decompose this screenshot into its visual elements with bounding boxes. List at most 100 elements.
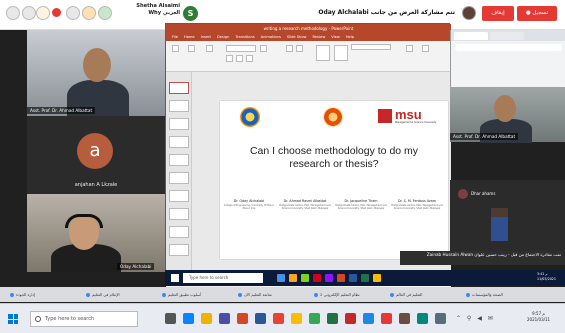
address-bar[interactable] [455,44,562,51]
slide-thumbnail[interactable] [169,136,189,148]
browser-tab[interactable]: نظام التعليم الإلكتروني 2 [312,290,384,300]
participant-avatar[interactable] [22,6,36,20]
browser-tab[interactable]: أسلوب تطبيق التعليم [160,290,232,300]
participant-avatar[interactable] [82,6,96,20]
shared-by-name: Shetha Alsaimi [136,3,180,9]
browser-tab[interactable]: إدارة الجودة [8,290,80,300]
browser-tab[interactable]: الصحة والمؤسسات [464,290,536,300]
search-input[interactable] [351,44,391,50]
edge-icon[interactable] [183,313,194,324]
slide-thumbnail[interactable] [169,190,189,202]
new-slide-icon[interactable] [188,45,195,52]
arrange-icon[interactable] [334,45,348,61]
file-explorer-icon[interactable] [201,313,212,324]
ribbon-tab[interactable]: Home [184,33,195,41]
excel-icon[interactable] [361,274,369,282]
task-view-icon[interactable] [165,313,176,324]
participant-avatar[interactable] [98,6,112,20]
app-icon[interactable] [363,313,374,324]
app-icon[interactable] [345,313,356,324]
bold-icon[interactable] [226,55,233,62]
replace-icon[interactable] [422,45,429,52]
browser-tab[interactable]: التعليم في العالم [388,290,460,300]
word-icon[interactable] [349,274,357,282]
start-button[interactable] [8,314,18,324]
layout-icon[interactable] [206,45,213,52]
paste-icon[interactable] [172,45,179,52]
app-icon[interactable] [325,274,333,282]
powerpoint-icon[interactable] [337,274,345,282]
slide-thumbnail[interactable] [169,154,189,166]
author-block: Dr. Ahmad Rasmi Albattat Postgraduate Ce… [278,199,332,210]
slide-thumbnail[interactable] [169,82,189,94]
ribbon-tab[interactable]: Insert [201,33,211,41]
chrome-icon[interactable] [291,313,302,324]
stop-sharing-button[interactable]: إيقاف [482,6,514,21]
video-tile-participant-3[interactable]: Oday Alchalabi [27,194,165,272]
video-tile-participant-1[interactable]: Asst. Prof. Dr. Ahmad Albattat [27,30,165,116]
numbering-icon[interactable] [296,45,303,52]
chrome-icon[interactable] [273,313,284,324]
underline-icon[interactable] [246,55,253,62]
app-icon[interactable] [301,274,309,282]
browser-tab[interactable] [490,32,524,40]
author-affiliation: Postgraduate Centre, PGC, Management and… [391,203,443,210]
current-slide[interactable]: msu Management & Science University Can … [220,101,448,259]
record-button[interactable]: ● تسجيل [517,6,557,21]
font-selector[interactable] [226,45,256,52]
shared-search-box[interactable]: Type here to search [183,273,263,283]
browser-tab[interactable]: متابعة التعليم الآن [236,290,308,300]
browser-tab[interactable] [454,32,488,40]
ribbon-tab[interactable]: View [331,33,340,41]
search-icon [35,316,41,322]
browser-tab[interactable]: الإعلام في التعليم [84,290,156,300]
slide-editor[interactable]: msu Management & Science University Can … [192,72,451,275]
italic-icon[interactable] [236,55,243,62]
slide-thumbnail[interactable] [169,118,189,130]
ribbon-tab[interactable]: Review [312,33,325,41]
clock-date: 2021/03/11 [527,317,551,322]
taskbar-search-input[interactable]: Type here to search [30,311,138,327]
ribbon-tab[interactable]: Help [346,33,354,41]
find-icon[interactable] [406,45,413,52]
bullets-icon[interactable] [286,45,293,52]
font-size-selector[interactable] [260,45,267,52]
ribbon-tab[interactable]: File [172,33,178,41]
participant-avatar[interactable] [36,6,50,20]
app-icon[interactable] [313,274,321,282]
app-icon[interactable] [417,313,428,324]
slide-thumbnail[interactable] [169,226,189,238]
user-initial-badge[interactable]: S [183,6,198,21]
participant-video-thumbnail[interactable] [491,208,508,241]
app-icon[interactable] [381,313,392,324]
app-icon[interactable] [399,313,410,324]
shapes-icon[interactable] [316,45,330,61]
teams-icon[interactable] [219,313,230,324]
system-tray[interactable]: ⌃ ⚲ ◀ ✉ [456,315,495,322]
ribbon-tab[interactable]: Slide Show [287,33,307,41]
video-tile-participant-2[interactable]: a anjahan A Lkzale [27,116,165,194]
video-tile-participant-4[interactable]: Asst. Prof. Dr. Ahmad Albattat [450,87,565,143]
excel-icon[interactable] [327,313,338,324]
author-block: Dr. S. M. Ferdous Azam Postgraduate Cent… [390,199,444,210]
app-icon[interactable] [309,313,320,324]
word-icon[interactable] [255,313,266,324]
slide-thumbnail[interactable] [169,100,189,112]
participant-avatar[interactable] [6,6,20,20]
participant-avatar[interactable] [66,6,80,20]
powerpoint-icon[interactable] [237,313,248,324]
slide-thumbnail[interactable] [169,208,189,220]
chrome-icon[interactable] [373,274,381,282]
windows-taskbar: Type here to search ⌃ ⚲ ◀ ✉ 9:57 م 2021/… [0,303,565,333]
ribbon-tab[interactable]: Animations [261,33,281,41]
app-icon[interactable] [435,313,446,324]
slide-thumbnail[interactable] [169,172,189,184]
windows-icon[interactable] [171,274,179,282]
slide-thumbnail[interactable] [169,244,189,256]
taskbar-clock[interactable]: 9:57 م 2021/03/11 [527,311,550,323]
app-icon[interactable] [289,274,297,282]
slide-title[interactable]: Can I choose methodology to do my resear… [238,145,430,171]
app-icon[interactable] [277,274,285,282]
ribbon-tab[interactable]: Design [217,33,229,41]
ribbon-tab[interactable]: Transitions [235,33,254,41]
